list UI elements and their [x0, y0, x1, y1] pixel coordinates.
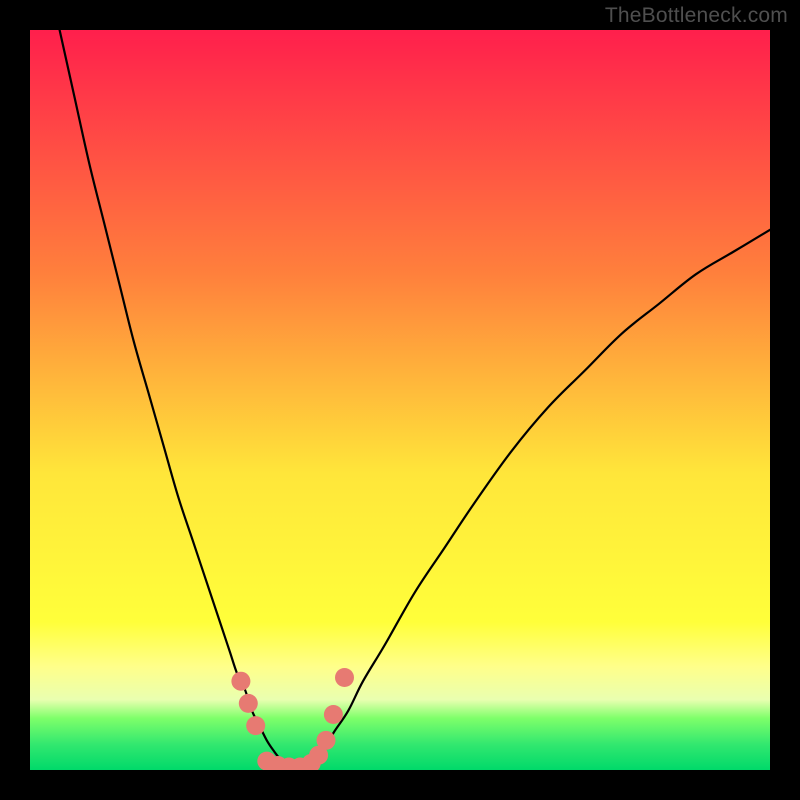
- highlight-dot: [239, 694, 258, 713]
- watermark-text: TheBottleneck.com: [605, 4, 788, 28]
- bottleneck-chart: [0, 0, 800, 800]
- chart-stage: TheBottleneck.com: [0, 0, 800, 800]
- highlight-dot: [231, 672, 250, 691]
- highlight-dot: [317, 731, 336, 750]
- highlight-dot: [246, 716, 265, 735]
- highlight-dot: [324, 705, 343, 724]
- highlight-dot: [335, 668, 354, 687]
